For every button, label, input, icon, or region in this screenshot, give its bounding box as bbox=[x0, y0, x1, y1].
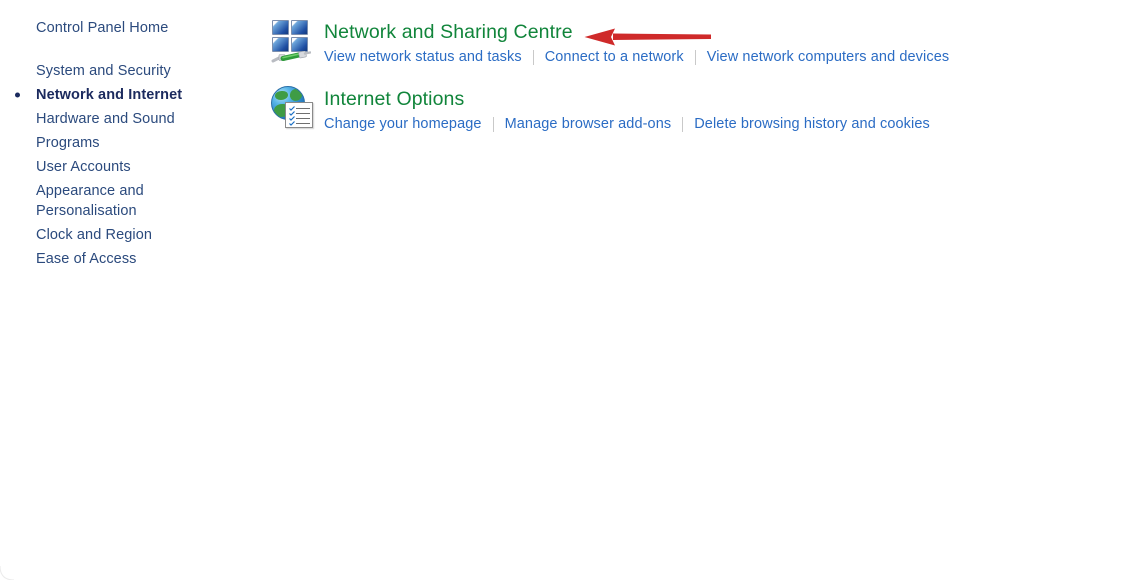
sidebar-item-network-and-internet[interactable]: Network and Internet bbox=[0, 83, 260, 107]
link-view-network-status-and-tasks[interactable]: View network status and tasks bbox=[324, 47, 522, 67]
link-change-your-homepage[interactable]: Change your homepage bbox=[324, 114, 482, 134]
category-network-and-sharing-centre: Network and Sharing Centre View network … bbox=[270, 16, 1144, 67]
link-separator bbox=[492, 116, 494, 132]
link-separator bbox=[532, 49, 534, 65]
sidebar-item-hardware-and-sound[interactable]: Hardware and Sound bbox=[0, 107, 260, 131]
sidebar-item-appearance-and-personalisation[interactable]: Appearance and Personalisation bbox=[0, 179, 186, 223]
category-body: Network and Sharing Centre View network … bbox=[324, 16, 949, 67]
category-internet-options: Internet Options Change your homepage Ma… bbox=[270, 83, 1144, 134]
category-body: Internet Options Change your homepage Ma… bbox=[324, 83, 930, 134]
sidebar-item-label: Network and Internet bbox=[36, 87, 183, 103]
control-panel-page: Control Panel Home System and Security N… bbox=[0, 0, 1144, 580]
link-separator bbox=[682, 116, 684, 132]
sidebar-item-programs[interactable]: Programs bbox=[0, 131, 260, 155]
category-links: Change your homepage Manage browser add-… bbox=[324, 114, 930, 134]
main-content: Network and Sharing Centre View network … bbox=[260, 0, 1144, 580]
internet-options-icon bbox=[270, 85, 318, 133]
bullet-icon bbox=[15, 92, 20, 98]
sidebar: Control Panel Home System and Security N… bbox=[0, 0, 260, 580]
link-delete-browsing-history-and-cookies[interactable]: Delete browsing history and cookies bbox=[694, 114, 930, 134]
network-sharing-centre-icon bbox=[270, 18, 318, 66]
link-separator bbox=[694, 49, 696, 65]
sidebar-item-clock-and-region[interactable]: Clock and Region bbox=[0, 223, 260, 247]
category-title-internet-options[interactable]: Internet Options bbox=[324, 87, 464, 111]
category-title-network-and-sharing-centre[interactable]: Network and Sharing Centre bbox=[324, 20, 573, 44]
sidebar-item-ease-of-access[interactable]: Ease of Access bbox=[0, 247, 260, 271]
sidebar-item-control-panel-home[interactable]: Control Panel Home bbox=[0, 17, 260, 39]
sidebar-item-user-accounts[interactable]: User Accounts bbox=[0, 155, 260, 179]
sidebar-item-system-and-security[interactable]: System and Security bbox=[0, 59, 260, 83]
link-view-network-computers-and-devices[interactable]: View network computers and devices bbox=[707, 47, 950, 67]
link-manage-browser-add-ons[interactable]: Manage browser add-ons bbox=[505, 114, 672, 134]
category-links: View network status and tasks Connect to… bbox=[324, 47, 949, 67]
link-connect-to-a-network[interactable]: Connect to a network bbox=[545, 47, 684, 67]
